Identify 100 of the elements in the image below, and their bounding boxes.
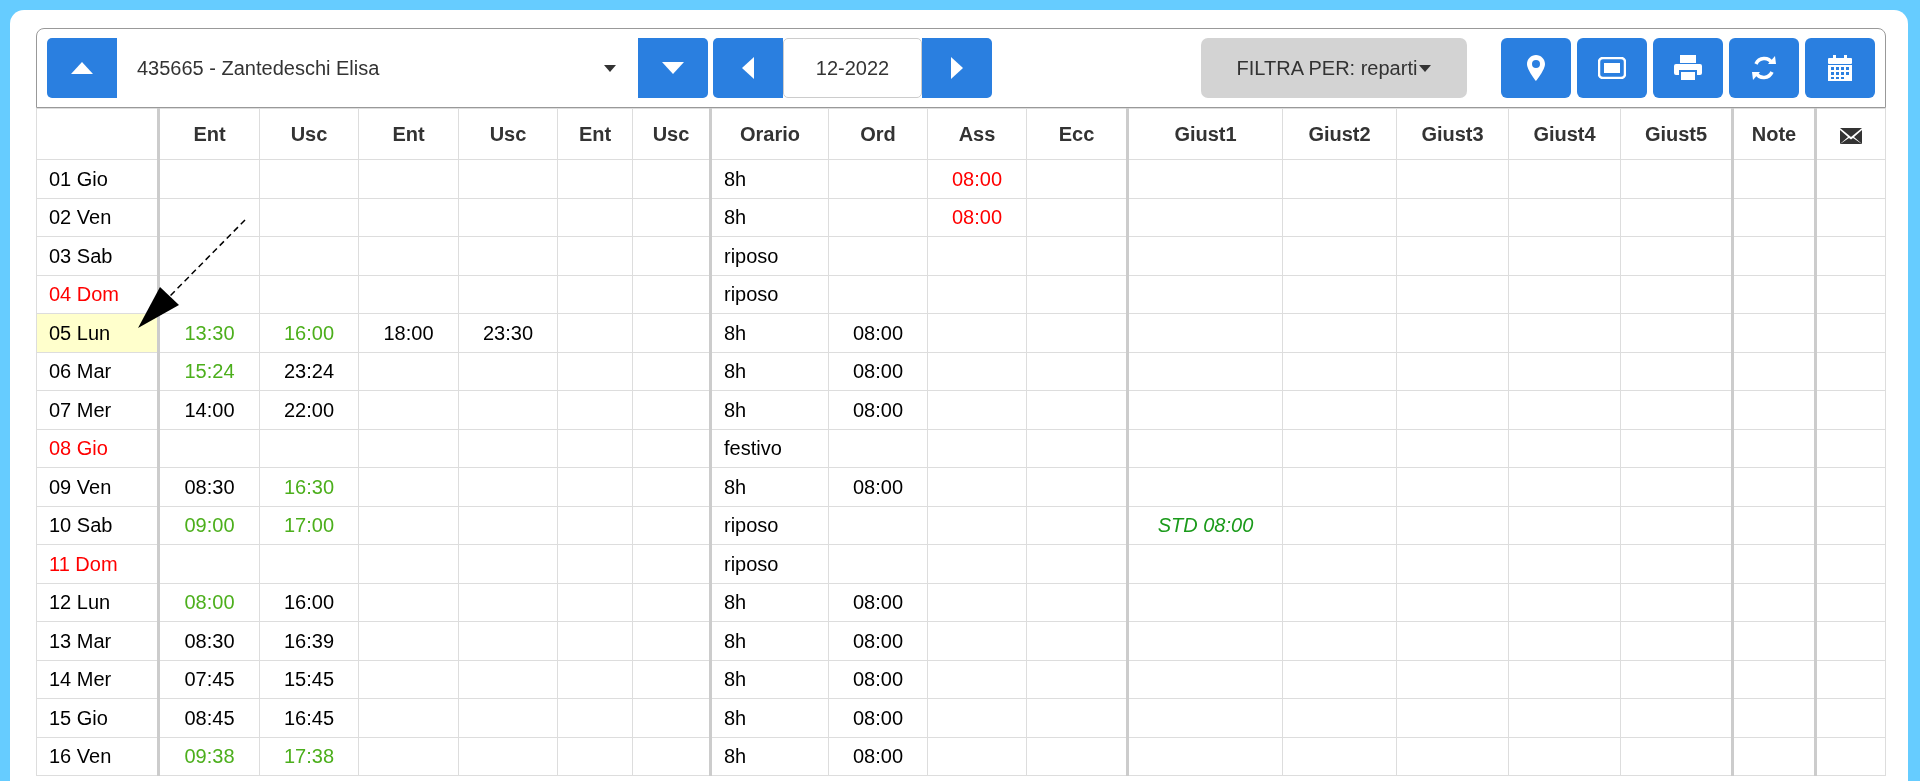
- table-cell: 08:00: [828, 698, 928, 737]
- column-header: Giust4: [1508, 108, 1621, 160]
- previous-month-button[interactable]: [713, 38, 783, 98]
- table-cell: riposo: [710, 275, 829, 314]
- print-icon: [1674, 55, 1702, 81]
- column-header: Ecc: [1026, 108, 1128, 160]
- location-button[interactable]: [1501, 38, 1571, 98]
- table-cell: 17:38: [259, 737, 359, 776]
- table-cell: 08:00: [828, 352, 928, 391]
- table-cell: 08:00: [158, 583, 260, 622]
- table-cell: 8h: [710, 159, 829, 198]
- day-cell[interactable]: 09 Ven: [36, 467, 159, 506]
- caret-down-icon: [1419, 64, 1432, 72]
- table-cell: 16:45: [259, 698, 359, 737]
- table-cell: 08:00: [828, 313, 928, 352]
- table-cell: 23:24: [259, 352, 359, 391]
- next-employee-button[interactable]: [638, 38, 708, 98]
- day-cell[interactable]: 11 Dom: [36, 544, 159, 583]
- column-header: Usc: [458, 108, 558, 160]
- column-header: Usc: [259, 108, 359, 160]
- day-cell[interactable]: 14 Mer: [36, 660, 159, 699]
- table-cell: 08:00: [828, 621, 928, 660]
- table-cell: STD 08:00: [1127, 506, 1283, 545]
- month-field[interactable]: 12-2022: [783, 38, 922, 98]
- table-cell: 8h: [710, 660, 829, 699]
- column-header: Ent: [158, 108, 260, 160]
- column-header: Orario: [710, 108, 829, 160]
- table-cell: 09:00: [158, 506, 260, 545]
- table-cell: riposo: [710, 544, 829, 583]
- refresh-button[interactable]: [1729, 38, 1799, 98]
- caret-right-icon: [951, 57, 963, 79]
- day-cell[interactable]: 12 Lun: [36, 583, 159, 622]
- table-cell: 8h: [710, 313, 829, 352]
- calendar-icon: [1828, 55, 1852, 81]
- table-cell: 8h: [710, 698, 829, 737]
- column-header: Ent: [358, 108, 459, 160]
- column-header: Note: [1732, 108, 1816, 160]
- screen-icon: [1598, 57, 1626, 79]
- column-header: Giust5: [1620, 108, 1733, 160]
- table-cell: 8h: [710, 737, 829, 776]
- table-cell: 15:24: [158, 352, 260, 391]
- table-cell: riposo: [710, 506, 829, 545]
- caret-left-icon: [742, 57, 754, 79]
- table-cell: 16:39: [259, 621, 359, 660]
- map-pin-icon: [1527, 55, 1545, 81]
- column-header: Ass: [927, 108, 1027, 160]
- table-cell: 8h: [710, 467, 829, 506]
- table-cell: 16:00: [259, 313, 359, 352]
- day-cell[interactable]: 15 Gio: [36, 698, 159, 737]
- day-cell[interactable]: 06 Mar: [36, 352, 159, 391]
- day-cell[interactable]: 01 Gio: [36, 159, 159, 198]
- column-header: Giust2: [1282, 108, 1397, 160]
- next-month-button[interactable]: [922, 38, 992, 98]
- caret-down-icon: [604, 64, 616, 72]
- table-cell: 08:45: [158, 698, 260, 737]
- table-cell: 8h: [710, 352, 829, 391]
- day-cell[interactable]: 03 Sab: [36, 236, 159, 275]
- table-cell: riposo: [710, 236, 829, 275]
- previous-employee-button[interactable]: [47, 38, 117, 98]
- table-cell: 8h: [710, 583, 829, 622]
- table-cell: 16:30: [259, 467, 359, 506]
- table-cell: festivo: [710, 429, 829, 468]
- table-cell: 14:00: [158, 390, 260, 429]
- column-header: Giust3: [1396, 108, 1509, 160]
- day-cell[interactable]: 10 Sab: [36, 506, 159, 545]
- table-cell: 09:38: [158, 737, 260, 776]
- employee-name: 435665 - Zantedeschi Elisa: [137, 56, 380, 81]
- table-cell: 08:00: [927, 198, 1027, 237]
- table-cell: 16:00: [259, 583, 359, 622]
- caret-up-icon: [71, 62, 93, 74]
- table-cell: 22:00: [259, 390, 359, 429]
- print-button[interactable]: [1653, 38, 1723, 98]
- table-cell: 08:00: [927, 159, 1027, 198]
- filter-dropdown[interactable]: FILTRA PER: reparti: [1201, 38, 1467, 98]
- table-cell: 08:00: [828, 737, 928, 776]
- table-cell: 08:30: [158, 467, 260, 506]
- table-cell: 08:00: [828, 583, 928, 622]
- day-cell[interactable]: 16 Ven: [36, 737, 159, 776]
- caret-down-icon: [662, 62, 684, 74]
- table-cell: 8h: [710, 621, 829, 660]
- calendar-button[interactable]: [1805, 38, 1875, 98]
- table-cell: 17:00: [259, 506, 359, 545]
- refresh-icon: [1751, 55, 1777, 81]
- column-header: Ord: [828, 108, 928, 160]
- day-cell[interactable]: 08 Gio: [36, 429, 159, 468]
- table-cell: 07:45: [158, 660, 260, 699]
- table-cell: 18:00: [358, 313, 459, 352]
- day-cell[interactable]: 02 Ven: [36, 198, 159, 237]
- table-cell: 8h: [710, 198, 829, 237]
- day-cell[interactable]: 13 Mar: [36, 621, 159, 660]
- column-header: Usc: [632, 108, 711, 160]
- column-header: Giust1: [1127, 108, 1283, 160]
- day-cell[interactable]: 07 Mer: [36, 390, 159, 429]
- table-cell: 08:00: [828, 390, 928, 429]
- mail-icon: [1840, 127, 1862, 144]
- table-cell: 23:30: [458, 313, 558, 352]
- day-cell[interactable]: 05 Lun: [36, 313, 159, 352]
- display-button[interactable]: [1577, 38, 1647, 98]
- column-header: Ent: [557, 108, 633, 160]
- table-cell: 15:45: [259, 660, 359, 699]
